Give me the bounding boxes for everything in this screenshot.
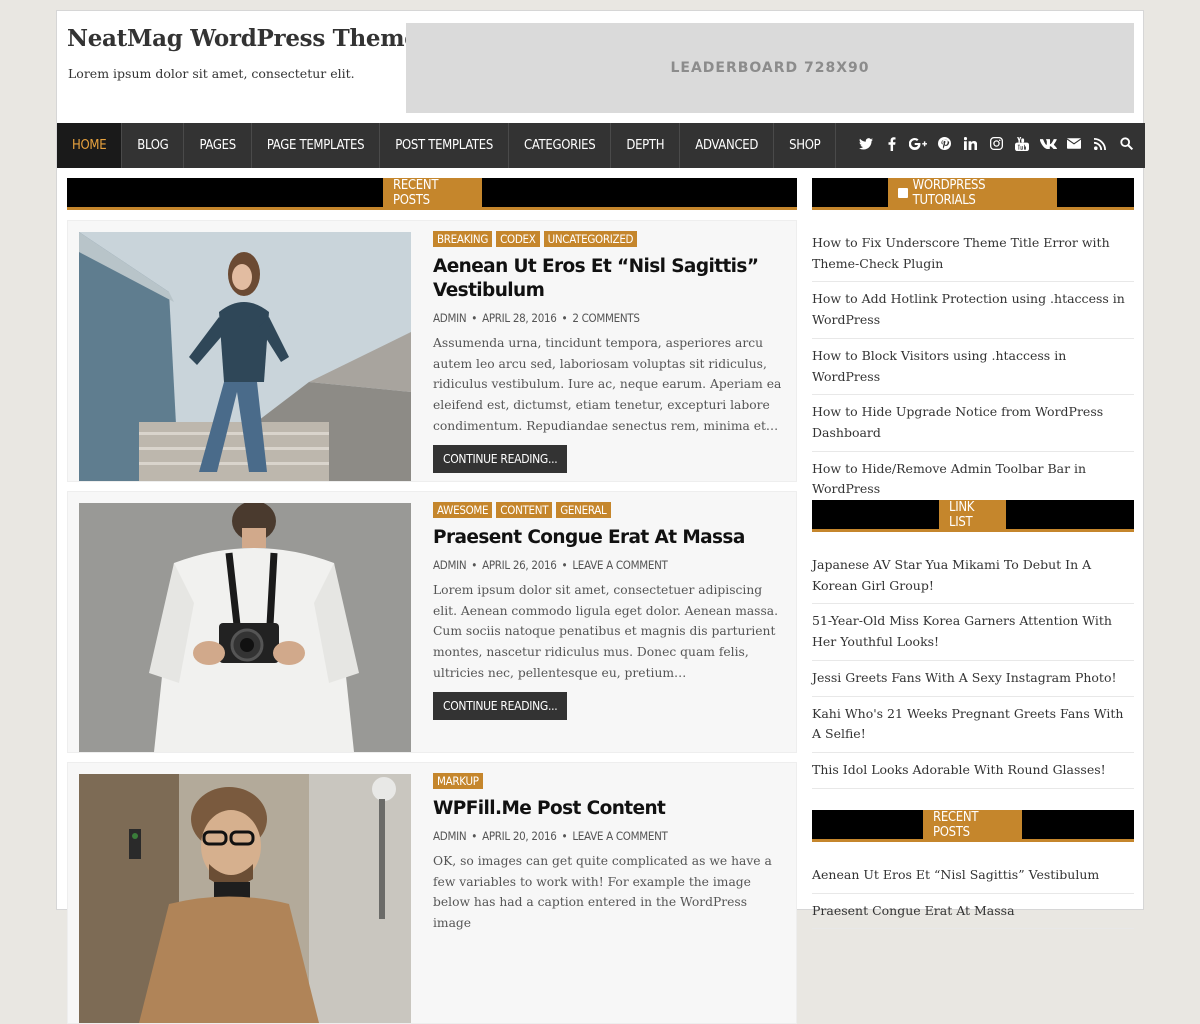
nav-item-shop[interactable]: SHOP: [774, 123, 837, 168]
post-card: BREAKING CODEX UNCATEGORIZED Aenean Ut E…: [67, 220, 797, 482]
social-icons: [853, 123, 1145, 168]
widget-title: RECENT POSTS: [923, 810, 1022, 840]
post-meta: ADMIN • APRIL 28, 2016 • 2 COMMENTS: [433, 311, 640, 325]
post-author[interactable]: ADMIN: [433, 311, 467, 325]
nav-item-blog[interactable]: BLOG: [122, 123, 185, 168]
leaderboard-ad[interactable]: LEADERBOARD 728X90: [406, 23, 1134, 113]
nav-item-pages[interactable]: PAGES: [184, 123, 252, 168]
sidebar-link[interactable]: How to Fix Underscore Theme Title Error …: [812, 226, 1134, 283]
widget-link-list: How to Fix Underscore Theme Title Error …: [812, 226, 1134, 509]
sidebar-link[interactable]: Jessi Greets Fans With A Sexy Instagram …: [812, 661, 1134, 697]
category-badge[interactable]: MARKUP: [433, 773, 483, 789]
category-badge[interactable]: AWESOME: [433, 502, 493, 518]
nav-item-home[interactable]: HOME: [57, 123, 123, 168]
post-excerpt: OK, so images can get quite complicated …: [433, 854, 772, 931]
category-badge[interactable]: BREAKING: [433, 231, 493, 247]
post-card: MARKUP WPFill.Me Post Content ADMIN • APRI…: [67, 762, 797, 1024]
widget-title: WORDPRESS TUTORIALS: [888, 177, 1057, 208]
section-title: RECENT POSTS: [383, 178, 482, 208]
widget-title-text: WORDPRESS TUTORIALS: [912, 177, 986, 208]
twitter-icon[interactable]: [853, 137, 879, 154]
rss-icon[interactable]: [1087, 137, 1113, 154]
post-meta: ADMIN • APRIL 20, 2016 • LEAVE A COMMENT: [433, 829, 668, 843]
post-categories: MARKUP: [433, 773, 788, 789]
nav-item-depth[interactable]: DEPTH: [611, 123, 681, 168]
site-header: NeatMag WordPress Theme Lorem ipsum dolo…: [57, 11, 1145, 123]
nav-item-categories[interactable]: CATEGORIES: [509, 123, 612, 168]
sidebar-link[interactable]: How to Block Visitors using .htaccess in…: [812, 339, 1134, 396]
vk-icon[interactable]: [1035, 138, 1061, 153]
linkedin-icon[interactable]: [957, 137, 983, 154]
category-badge[interactable]: CONTENT: [496, 502, 553, 518]
main-navigation: HOME BLOG PAGES PAGE TEMPLATES POST TEMP…: [57, 123, 1145, 168]
nav-item-post-templates[interactable]: POST TEMPLATES: [380, 123, 509, 168]
category-badge[interactable]: CODEX: [496, 231, 540, 247]
facebook-icon[interactable]: [879, 136, 905, 155]
search-icon[interactable]: [1113, 137, 1139, 154]
post-comments[interactable]: 2 COMMENTS: [572, 311, 640, 325]
post-comments[interactable]: LEAVE A COMMENT: [572, 558, 668, 572]
post-author[interactable]: ADMIN: [433, 558, 467, 572]
post-meta: ADMIN • APRIL 26, 2016 • LEAVE A COMMENT: [433, 558, 668, 572]
pinterest-icon[interactable]: [931, 137, 957, 154]
post-info: BREAKING CODEX UNCATEGORIZED Aenean Ut E…: [433, 231, 788, 473]
post-card: AWESOME CONTENT GENERAL Praesent Congue …: [67, 491, 797, 753]
post-thumbnail[interactable]: [79, 503, 411, 752]
google-plus-icon[interactable]: [905, 137, 931, 154]
post-author[interactable]: ADMIN: [433, 829, 467, 843]
widget-link-list: Japanese AV Star Yua Mikami To Debut In …: [812, 548, 1134, 789]
post-title[interactable]: Praesent Congue Erat At Massa: [433, 526, 788, 550]
rss-icon: [898, 187, 908, 198]
widget-header: RECENT POSTS: [812, 810, 1134, 842]
post-info: MARKUP WPFill.Me Post Content ADMIN • APRI…: [433, 773, 788, 934]
nav-item-page-templates[interactable]: PAGE TEMPLATES: [252, 123, 381, 168]
sidebar-link[interactable]: Praesent Congue Erat At Massa: [812, 894, 1134, 930]
post-excerpt: Lorem ipsum dolor sit amet, consectetuer…: [433, 583, 779, 680]
sidebar-link[interactable]: 51-Year-Old Miss Korea Garners Attention…: [812, 604, 1134, 661]
continue-reading-button[interactable]: CONTINUE READING...: [433, 691, 568, 720]
sidebar-link[interactable]: Kahi Who's 21 Weeks Pregnant Greets Fans…: [812, 697, 1134, 753]
sidebar-link[interactable]: Aenean Ut Eros Et “Nisl Sagittis” Vestib…: [812, 858, 1134, 894]
category-badge[interactable]: UNCATEGORIZED: [543, 231, 638, 247]
page-wrapper: NeatMag WordPress Theme Lorem ipsum dolo…: [56, 10, 1145, 1024]
post-date[interactable]: APRIL 28, 2016: [482, 311, 557, 325]
post-thumbnail[interactable]: [79, 232, 411, 481]
post-categories: BREAKING CODEX UNCATEGORIZED: [433, 231, 788, 247]
post-title[interactable]: Aenean Ut Eros Et “Nisl Sagittis” Vestib…: [433, 255, 788, 303]
post-info: AWESOME CONTENT GENERAL Praesent Congue …: [433, 502, 788, 720]
post-excerpt: Assumenda urna, tincidunt tempora, asper…: [433, 336, 782, 433]
email-icon[interactable]: [1061, 138, 1087, 153]
sidebar-link[interactable]: How to Add Hotlink Protection using .hta…: [812, 282, 1134, 339]
sidebar-link[interactable]: How to Hide Upgrade Notice from WordPres…: [812, 395, 1134, 452]
youtube-icon[interactable]: [1009, 136, 1035, 155]
widget-header: LINK LIST: [812, 500, 1134, 532]
nav-item-advanced[interactable]: ADVANCED: [680, 123, 775, 168]
category-badge[interactable]: GENERAL: [556, 502, 611, 518]
widget-title: LINK LIST: [939, 500, 1006, 530]
continue-reading-button[interactable]: CONTINUE READING...: [433, 444, 568, 473]
post-date[interactable]: APRIL 20, 2016: [482, 829, 557, 843]
post-date[interactable]: APRIL 26, 2016: [482, 558, 557, 572]
widget-header: WORDPRESS TUTORIALS: [812, 178, 1134, 210]
post-categories: AWESOME CONTENT GENERAL: [433, 502, 788, 518]
sidebar-link[interactable]: This Idol Looks Adorable With Round Glas…: [812, 753, 1134, 789]
widget-link-list: Aenean Ut Eros Et “Nisl Sagittis” Vestib…: [812, 858, 1134, 930]
recent-posts-header: RECENT POSTS: [67, 178, 797, 210]
instagram-icon[interactable]: [983, 137, 1009, 154]
site-description: Lorem ipsum dolor sit amet, consectetur …: [68, 66, 355, 81]
post-thumbnail[interactable]: [79, 774, 411, 1023]
sidebar-link[interactable]: Japanese AV Star Yua Mikami To Debut In …: [812, 548, 1134, 605]
site-title[interactable]: NeatMag WordPress Theme: [67, 25, 419, 52]
post-comments[interactable]: LEAVE A COMMENT: [572, 829, 668, 843]
post-title[interactable]: WPFill.Me Post Content: [433, 797, 788, 821]
